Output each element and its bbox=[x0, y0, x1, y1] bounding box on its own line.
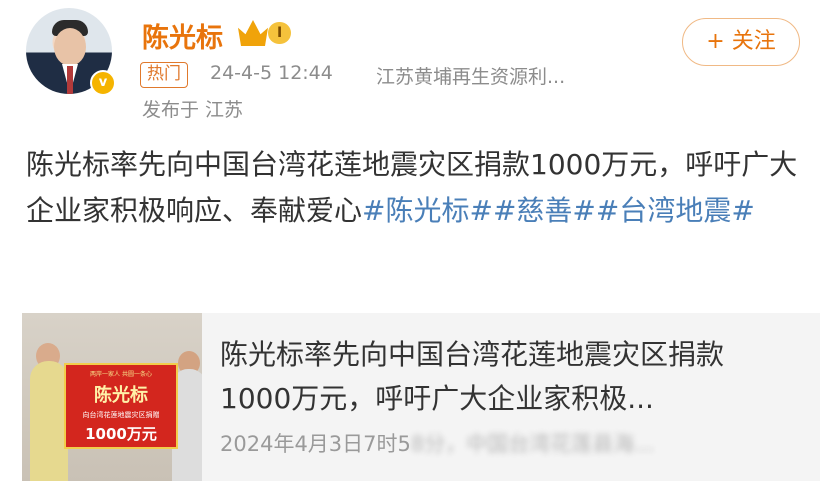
avatar-face bbox=[54, 28, 86, 66]
banner-name: 陈光标 bbox=[94, 385, 148, 406]
card-thumbnail: 两岸一家人 共圆一条心 陈光标 向台湾花莲地震灾区捐赠 1000万元 bbox=[22, 313, 202, 481]
post-time: 24-4-5 12:44 bbox=[210, 62, 333, 84]
post-location: 发布于 江苏 bbox=[142, 99, 244, 121]
banner-top-text: 两岸一家人 共圆一条心 bbox=[90, 371, 152, 378]
card-date: 2024年4月3日7时58分，中国台湾花莲县海... bbox=[220, 428, 794, 458]
post-source[interactable]: 江苏黄埔再生资源利... bbox=[376, 62, 616, 89]
level-badge: I bbox=[268, 22, 292, 44]
card-date-blurred: 8分，中国台湾花莲县海... bbox=[410, 432, 655, 456]
card-date-text: 2024年4月3日7时5 bbox=[220, 432, 411, 456]
hashtag-chenguangbiao[interactable]: #陈光标# bbox=[362, 194, 493, 227]
avatar-tie bbox=[67, 66, 73, 94]
crown-icon bbox=[238, 20, 268, 46]
hashtag-charity[interactable]: #慈善# bbox=[493, 194, 596, 227]
follow-button[interactable]: + 关注 bbox=[682, 18, 800, 66]
donation-banner: 两岸一家人 共圆一条心 陈光标 向台湾花莲地震灾区捐赠 1000万元 bbox=[64, 363, 178, 449]
post-body: 陈光标率先向中国台湾花莲地震灾区捐款1000万元，呼吁广大企业家积极响应、奉献爱… bbox=[26, 142, 816, 234]
banner-amount: 1000万元 bbox=[85, 425, 157, 443]
v-badge-icon: v bbox=[90, 70, 116, 96]
username[interactable]: 陈光标 bbox=[142, 16, 223, 55]
banner-desc: 向台湾花莲地震灾区捐赠 bbox=[82, 411, 160, 419]
hashtag-taiwan-earthquake[interactable]: #台湾地震# bbox=[596, 194, 755, 227]
card-title: 陈光标率先向中国台湾花莲地震灾区捐款1000万元，呼吁广大企业家积极... bbox=[220, 338, 725, 415]
person-left-body bbox=[30, 361, 68, 481]
hot-tag: 热门 bbox=[140, 62, 188, 88]
link-card[interactable]: 两岸一家人 共圆一条心 陈光标 向台湾花莲地震灾区捐赠 1000万元 陈光标率先… bbox=[22, 313, 820, 481]
